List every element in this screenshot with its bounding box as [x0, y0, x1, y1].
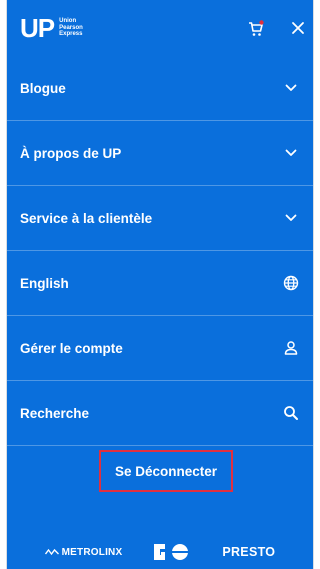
globe-icon	[283, 275, 299, 291]
menu-item-blogue[interactable]: Blogue	[7, 56, 313, 121]
presto-logo[interactable]: PRESTO	[222, 545, 275, 559]
logout-area: Se Déconnecter	[7, 450, 313, 494]
chevron-down-icon	[283, 80, 299, 96]
partner-footer: METROLINX PRESTO	[7, 538, 313, 566]
menu-list: Blogue À propos de UP Service à la clien…	[7, 56, 313, 446]
go-transit-logo[interactable]	[152, 542, 190, 562]
menu-item-label: English	[20, 275, 69, 291]
search-icon	[283, 405, 299, 421]
go-logo-icon	[154, 544, 190, 560]
menu-item-recherche[interactable]: Recherche	[7, 381, 313, 446]
menu-item-label: Service à la clientèle	[20, 210, 153, 226]
logo-line: Express	[59, 31, 83, 38]
menu-item-label: Recherche	[20, 405, 90, 421]
logo-wordmark: Union Pearson Express	[59, 18, 83, 38]
metrolinx-logo[interactable]: METROLINX	[44, 546, 123, 558]
metrolinx-label: METROLINX	[61, 546, 123, 558]
chevron-down-icon	[283, 210, 299, 226]
menu-item-gerer-compte[interactable]: Gérer le compte	[7, 316, 313, 381]
menu-item-label: Gérer le compte	[20, 340, 123, 356]
logout-button[interactable]: Se Déconnecter	[99, 450, 233, 492]
navigation-drawer: UP Union Pearson Express Blogue À propos…	[6, 0, 314, 569]
close-icon[interactable]	[289, 19, 307, 37]
menu-item-label: Blogue	[20, 80, 66, 96]
menu-item-english[interactable]: English	[7, 251, 313, 316]
menu-item-service-clientele[interactable]: Service à la clientèle	[7, 186, 313, 251]
user-icon	[283, 340, 299, 356]
menu-item-a-propos[interactable]: À propos de UP	[7, 121, 313, 186]
metrolinx-wave-icon	[44, 548, 59, 556]
cart-icon[interactable]	[247, 20, 265, 38]
logo-mark: UP	[20, 13, 55, 43]
menu-item-label: À propos de UP	[20, 145, 122, 161]
up-express-logo[interactable]: UP Union Pearson Express	[20, 14, 83, 42]
chevron-down-icon	[283, 145, 299, 161]
header: UP Union Pearson Express	[7, 0, 313, 56]
